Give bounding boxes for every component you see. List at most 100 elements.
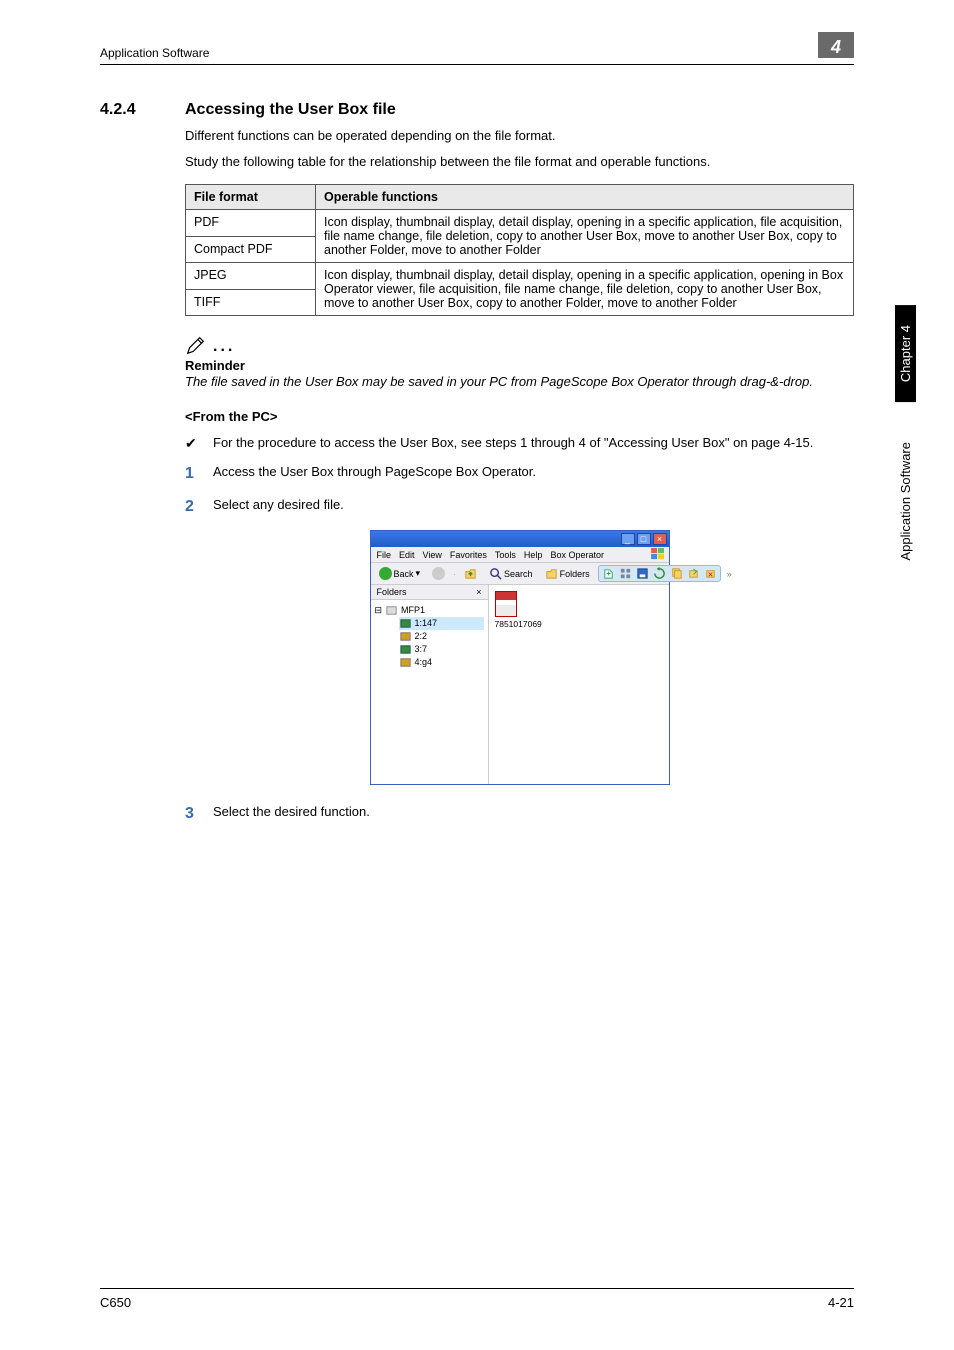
folders-panel: Folders × ⊟ MFP1 1:147 [371,585,489,784]
th-file-format: File format [186,185,316,210]
box-icon [399,630,412,643]
cell-operations: Icon display, thumbnail display, detail … [316,263,854,316]
step-number: 2 [185,496,213,518]
content-pane[interactable]: 7851017069 [489,585,669,784]
menu-file[interactable]: File [377,550,392,560]
tree-root[interactable]: ⊟ MFP1 [375,604,484,617]
chapter-tab: 4 [818,32,854,58]
chevron-down-icon: ▾ [416,568,421,579]
side-section-label: Application Software [895,422,916,581]
menu-tools[interactable]: Tools [495,550,516,560]
step-text: Select any desired file. [213,496,344,518]
copy-icon[interactable] [670,567,683,580]
page-footer: C650 4-21 [100,1288,854,1310]
section-number: 4.2.4 [100,101,185,119]
reminder-body: The file saved in the User Box may be sa… [185,373,854,391]
move-icon[interactable] [687,567,700,580]
cell-format: TIFF [186,289,316,316]
close-button[interactable]: × [653,533,667,545]
tree-item-label: 2:2 [415,630,428,643]
folder-up-icon [464,567,477,580]
acquire-icon[interactable] [602,567,615,580]
thumbnail-icon[interactable] [619,567,632,580]
step-number: 1 [185,463,213,485]
menu-edit[interactable]: Edit [399,550,415,560]
intro-paragraph-2: Study the following table for the relati… [185,153,854,171]
footer-left: C650 [100,1295,131,1310]
folders-label: Folders [560,569,590,579]
reminder-title: Reminder [185,358,854,373]
table-row: JPEG Icon display, thumbnail display, de… [186,263,854,290]
tree-item-label: 3:7 [415,643,428,656]
tree-item[interactable]: 3:7 [399,643,484,656]
side-chapter-label: Chapter 4 [895,305,916,402]
side-tab: Chapter 4 Application Software [892,305,918,605]
refresh-icon[interactable] [653,567,666,580]
page: 4 Application Software 4.2.4 Accessing t… [0,0,954,1350]
section-title: Accessing the User Box file [185,101,396,119]
folder-tree: ⊟ MFP1 1:147 2:2 [371,600,488,673]
delete-icon[interactable] [704,567,717,580]
checklist-text: For the procedure to access the User Box… [213,434,813,454]
tree-item[interactable]: 1:147 [399,617,484,630]
forward-button[interactable] [428,566,449,581]
window-body: Folders × ⊟ MFP1 1:147 [371,585,669,784]
tree-item-label: 4:g4 [415,656,433,669]
menu-box-operator[interactable]: Box Operator [550,550,604,560]
step-row: 3 Select the desired function. [185,803,854,825]
step-row: 1 Access the User Box through PageScope … [185,463,854,485]
step-text: Access the User Box through PageScope Bo… [213,463,536,485]
format-table: File format Operable functions PDF Icon … [185,184,854,316]
toolbar: Back ▾ · Search Folders [371,563,669,585]
back-button[interactable]: Back ▾ [375,566,425,581]
step-row: 2 Select any desired file. [185,496,854,518]
toolbar-overflow-icon[interactable]: » [727,569,732,579]
windows-logo-icon [651,548,665,560]
folders-button[interactable]: Folders [541,566,594,581]
file-label: 7851017069 [495,619,545,629]
pdf-file-icon [495,591,517,617]
check-icon: ✔ [185,434,213,454]
menu-bar: File Edit View Favorites Tools Help Box … [371,547,669,563]
reminder-dots-icon: ... [213,338,235,356]
search-button[interactable]: Search [485,566,537,581]
file-item[interactable]: 7851017069 [495,591,545,629]
cell-format: PDF [186,210,316,237]
section-body: Different functions can be operated depe… [185,127,854,825]
folders-panel-title: Folders [377,587,407,597]
cell-format: JPEG [186,263,316,290]
folders-icon [545,567,558,580]
window-titlebar: _ □ × [371,531,669,547]
menu-help[interactable]: Help [524,550,543,560]
cell-operations: Icon display, thumbnail display, detail … [316,210,854,263]
tree-root-label: MFP1 [401,604,425,617]
tree-item[interactable]: 2:2 [399,630,484,643]
subsection-heading: <From the PC> [185,409,854,424]
intro-paragraph-1: Different functions can be operated depe… [185,127,854,145]
reminder-block: ... Reminder The file saved in the User … [185,334,854,391]
box-icon [399,656,412,669]
menu-view[interactable]: View [423,550,442,560]
table-row: PDF Icon display, thumbnail display, det… [186,210,854,237]
save-icon[interactable] [636,567,649,580]
toolbar-separator: · [453,569,456,579]
step-text: Select the desired function. [213,803,370,825]
maximize-button[interactable]: □ [637,533,651,545]
step-number: 3 [185,803,213,825]
menu-favorites[interactable]: Favorites [450,550,487,560]
page-header: Application Software [100,46,854,65]
section-heading: 4.2.4 Accessing the User Box file [100,101,854,119]
folders-panel-header: Folders × [371,585,488,600]
box-icon [399,643,412,656]
up-button[interactable] [460,566,481,581]
folders-panel-close[interactable]: × [476,587,481,597]
back-label: Back [394,569,414,579]
tree-expand-icon[interactable]: ⊟ [375,604,383,617]
minimize-button[interactable]: _ [621,533,635,545]
box-operator-toolbar-group [598,565,721,582]
app-window: _ □ × File Edit View Favorites Tools Hel… [370,530,670,785]
box-icon [399,617,412,630]
checklist-item: ✔ For the procedure to access the User B… [185,434,854,454]
footer-right: 4-21 [828,1295,854,1310]
tree-item[interactable]: 4:g4 [399,656,484,669]
